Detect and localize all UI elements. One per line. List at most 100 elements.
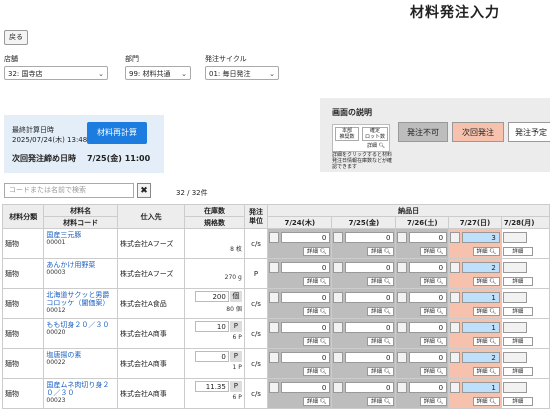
- qty-input[interactable]: 1: [462, 291, 500, 303]
- detail-button[interactable]: 詳細 🔍︎: [303, 246, 331, 256]
- stock-input[interactable]: 200: [194, 291, 229, 302]
- detail-button[interactable]: 詳細 🔍︎: [367, 306, 395, 316]
- qty-input[interactable]: 0: [345, 231, 395, 243]
- qty-input[interactable]: 0: [345, 321, 395, 333]
- detail-button[interactable]: 詳細 🔍︎: [472, 246, 500, 256]
- qty-input[interactable]: 2: [462, 351, 500, 363]
- detail-button[interactable]: 詳細 🔍︎: [367, 276, 395, 286]
- search-icon: 🔍︎: [319, 398, 327, 405]
- stock-input[interactable]: 10: [194, 321, 229, 332]
- detail-button[interactable]: 詳細: [502, 396, 533, 406]
- recalc-button[interactable]: 材料再計算: [87, 122, 147, 144]
- detail-button[interactable]: 詳細: [502, 306, 533, 316]
- material-name-link[interactable]: 北海道サクッと男爵コロッケ（闇価案）: [46, 291, 115, 307]
- search-icon: 🔍︎: [319, 278, 327, 285]
- delivery-cell: 0 詳細 🔍︎: [331, 318, 397, 349]
- stock-input[interactable]: 0: [194, 351, 229, 362]
- qty-input[interactable]: 0: [409, 291, 448, 303]
- detail-button[interactable]: 詳細: [502, 276, 533, 286]
- qty-input[interactable]: 0: [281, 261, 331, 273]
- cell-name-code: 国産ムネ肉切り身２０／３０ 00023: [43, 378, 118, 409]
- search-icon: 🔍︎: [319, 248, 327, 255]
- detail-button[interactable]: 詳細 🔍︎: [303, 276, 331, 286]
- recommend-box: [450, 351, 461, 363]
- detail-button[interactable]: 詳細 🔍︎: [303, 396, 331, 406]
- search-input[interactable]: コードまたは名前で検索: [4, 183, 134, 198]
- recommend-box: [333, 381, 344, 393]
- qty-input[interactable]: 0: [409, 321, 448, 333]
- qty-input[interactable]: 0: [345, 381, 395, 393]
- page-title: 材料発注入力: [410, 5, 500, 21]
- detail-button[interactable]: 詳細: [502, 366, 533, 376]
- qty-input[interactable]: 0: [281, 291, 331, 303]
- stock-unit: P: [229, 381, 242, 392]
- qty-input[interactable]: 0: [345, 261, 395, 273]
- material-name-link[interactable]: 塩唐揚の素: [46, 351, 115, 359]
- detail-button[interactable]: 詳細 🔍︎: [367, 246, 395, 256]
- detail-button[interactable]: 詳細 🔍︎: [303, 366, 331, 376]
- search-icon: 🔍︎: [319, 338, 327, 345]
- qty-input[interactable]: 0: [281, 351, 331, 363]
- clear-search-button[interactable]: ✖: [137, 183, 151, 198]
- delivery-cell: 0 詳細 🔍︎: [267, 348, 333, 379]
- qty-input[interactable]: 0: [281, 381, 331, 393]
- back-button[interactable]: 戻る: [4, 30, 28, 45]
- qty-input[interactable]: 1: [462, 381, 500, 393]
- detail-button[interactable]: 詳細 🔍︎: [420, 306, 448, 316]
- recommend-box: [397, 351, 408, 363]
- qty-input[interactable]: 3: [462, 231, 500, 243]
- detail-button[interactable]: 詳細 🔍︎: [367, 336, 395, 346]
- detail-button[interactable]: 詳細 🔍︎: [420, 336, 448, 346]
- qty-input[interactable]: 0: [409, 231, 448, 243]
- qty-input[interactable]: 1: [462, 321, 500, 333]
- qty-input[interactable]: 2: [462, 261, 500, 273]
- search-icon: 🔍︎: [383, 368, 391, 375]
- stock-input[interactable]: 11.35: [194, 381, 229, 392]
- qty-input[interactable]: 0: [281, 321, 331, 333]
- header-spec: 規格数: [184, 216, 245, 229]
- detail-button[interactable]: 詳細 🔍︎: [367, 396, 395, 406]
- material-name-link[interactable]: 国産ムネ肉切り身２０／３０: [46, 381, 115, 397]
- store-label: 店舗: [4, 55, 18, 63]
- detail-button[interactable]: 詳細 🔍︎: [420, 276, 448, 286]
- qty-input[interactable]: 0: [345, 291, 395, 303]
- qty-input[interactable]: 0: [409, 261, 448, 273]
- detail-button[interactable]: 詳細: [502, 246, 533, 256]
- detail-button[interactable]: 詳細 🔍︎: [472, 336, 500, 346]
- qty-input[interactable]: 0: [345, 351, 395, 363]
- store-select[interactable]: 32: 国寺店 ⌄: [4, 66, 108, 80]
- cycle-select[interactable]: 01: 毎日発注 ⌄: [205, 66, 279, 80]
- material-name-link[interactable]: もも切身２０／３０: [46, 321, 115, 329]
- dept-select-value: 99: 材料共通: [129, 70, 171, 78]
- detail-button[interactable]: 詳細 🔍︎: [420, 246, 448, 256]
- stock-unit: P: [229, 321, 242, 332]
- detail-button[interactable]: 詳細 🔍︎: [472, 276, 500, 286]
- stock-unit: P: [229, 351, 242, 362]
- qty-input[interactable]: 0: [409, 381, 448, 393]
- recommend-box: [269, 261, 280, 273]
- cell-category: 麺物: [1, 378, 45, 409]
- detail-button[interactable]: 詳細 🔍︎: [472, 366, 500, 376]
- qty-input[interactable]: 0: [281, 231, 331, 243]
- search-icon: 🔍︎: [489, 368, 497, 375]
- cell-stock-spec: 0P 1 P: [184, 348, 245, 379]
- material-name-link[interactable]: あんかけ用野菜: [46, 261, 115, 269]
- recommend-box: [269, 231, 280, 243]
- header-order-unit: 発注 単位: [243, 204, 269, 229]
- detail-button[interactable]: 詳細 🔍︎: [303, 336, 331, 346]
- detail-button[interactable]: 詳細 🔍︎: [472, 306, 500, 316]
- detail-button[interactable]: 詳細 🔍︎: [420, 396, 448, 406]
- dept-select[interactable]: 99: 材料共通 ⌄: [125, 66, 191, 80]
- detail-button[interactable]: 詳細 🔍︎: [303, 306, 331, 316]
- recommend-box: [450, 291, 461, 303]
- recommend-box: [333, 321, 344, 333]
- material-name-link[interactable]: 国産三元豚: [46, 231, 115, 239]
- qty-input[interactable]: 0: [409, 351, 448, 363]
- detail-button[interactable]: 詳細 🔍︎: [367, 366, 395, 376]
- recommend-box: [502, 231, 527, 243]
- detail-button[interactable]: 詳細 🔍︎: [472, 396, 500, 406]
- order-table: 材料分類 材料名 仕入先 在庫数 発注 単位 納品日 材料コード 規格数 7/2…: [1, 204, 550, 409]
- explain-sample-cell: 本部 推奨数 確定 ロット数 詳細 🔍︎: [332, 124, 390, 152]
- detail-button[interactable]: 詳細 🔍︎: [420, 366, 448, 376]
- detail-button[interactable]: 詳細: [502, 336, 533, 346]
